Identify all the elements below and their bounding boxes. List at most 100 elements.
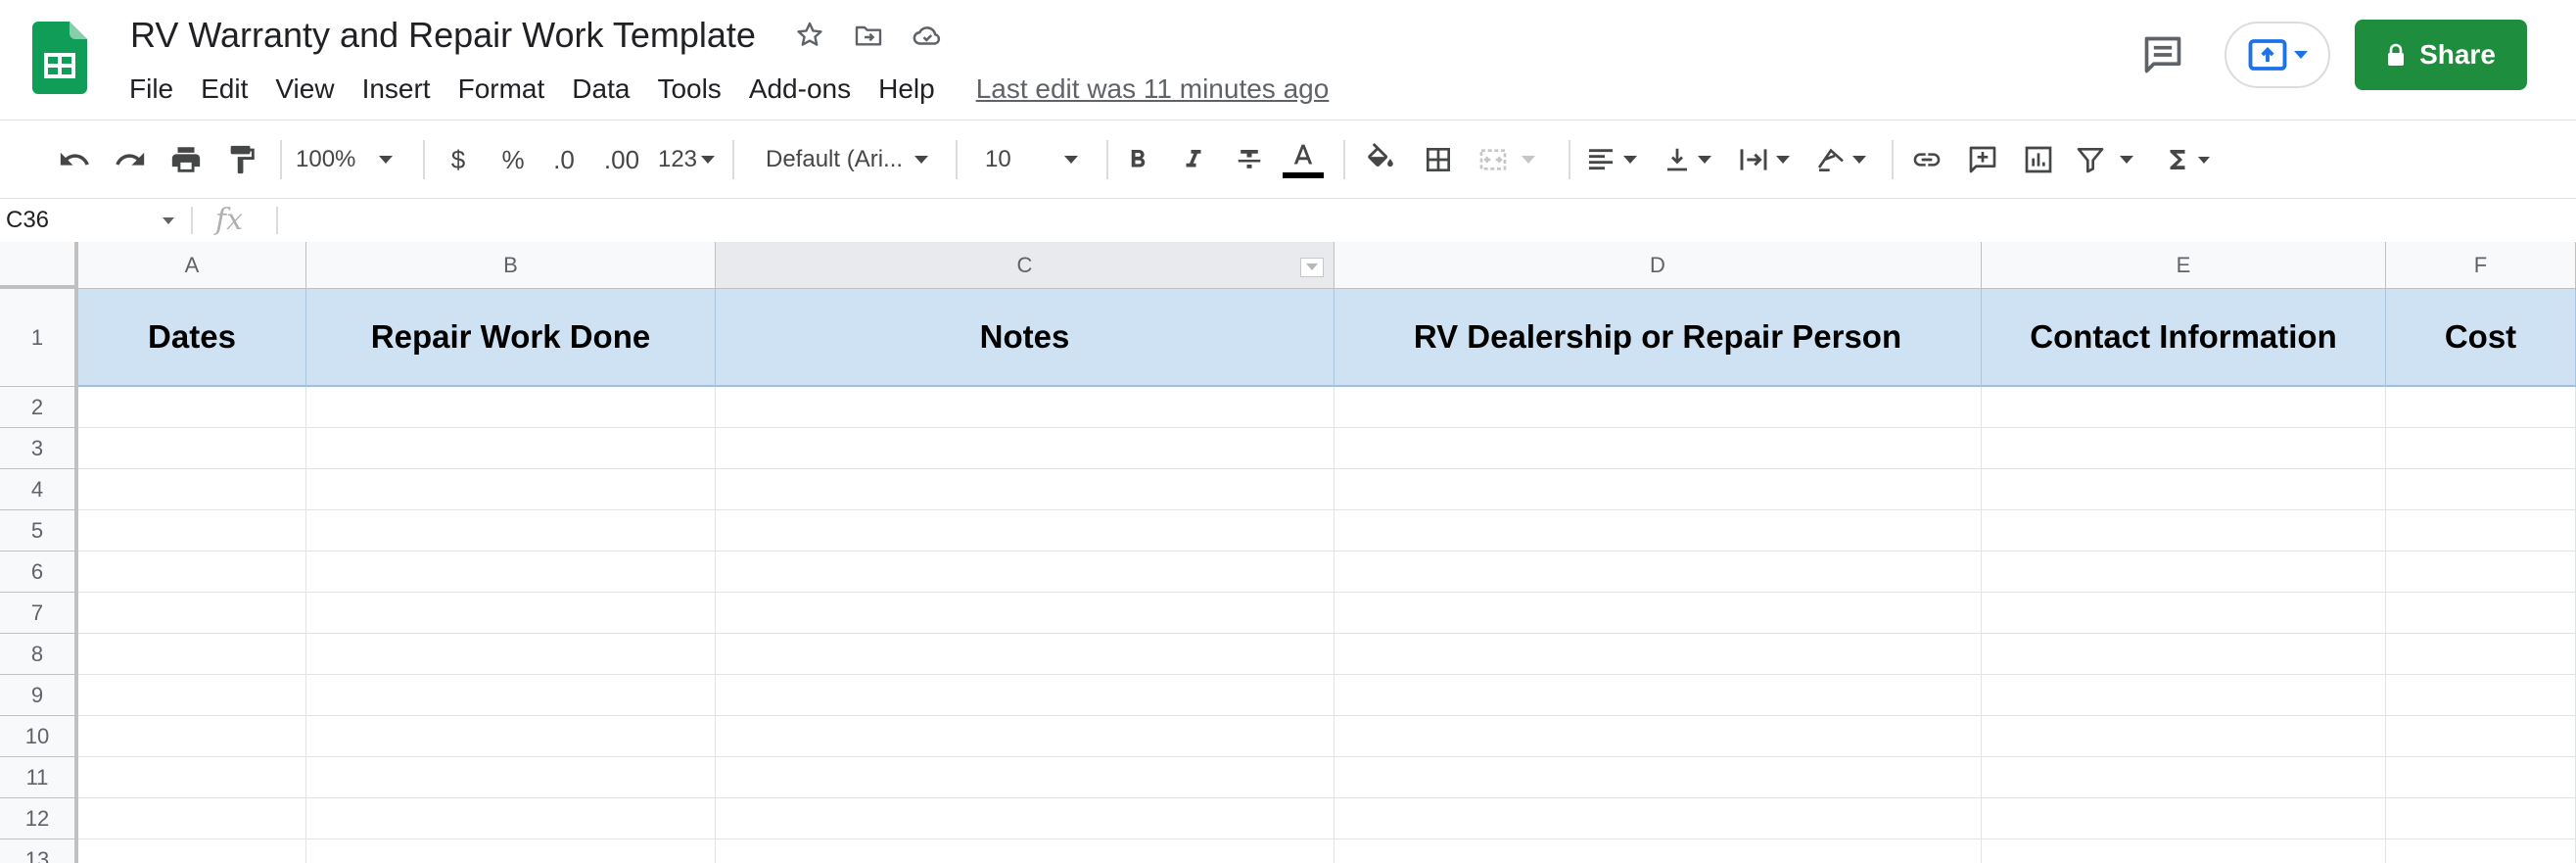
font-size-select[interactable]: 10 [985, 132, 1089, 187]
cell-a5[interactable] [78, 510, 306, 551]
cell-b5[interactable] [306, 510, 716, 551]
menu-format[interactable]: Format [445, 69, 559, 110]
zoom-select[interactable]: 100% [296, 132, 411, 187]
cell-d3[interactable] [1335, 428, 1982, 469]
cell-f6[interactable] [2386, 551, 2576, 593]
cell-d6[interactable] [1335, 551, 1982, 593]
cell-c4[interactable] [716, 469, 1335, 510]
comments-history-icon[interactable] [2135, 27, 2190, 82]
cell-e12[interactable] [1982, 798, 2386, 839]
cell-b6[interactable] [306, 551, 716, 593]
header-cell-dates[interactable]: Dates [78, 289, 306, 387]
vertical-align-icon[interactable] [1663, 132, 1719, 187]
row-header-7[interactable]: 7 [0, 593, 78, 634]
borders-icon[interactable] [1419, 132, 1458, 187]
cell-a2[interactable] [78, 387, 306, 428]
cell-d2[interactable] [1335, 387, 1982, 428]
increase-decimal-button[interactable]: .00 [597, 132, 646, 187]
row-header-1[interactable]: 1 [0, 289, 78, 387]
cloud-saved-icon[interactable] [908, 16, 947, 55]
cell-e4[interactable] [1982, 469, 2386, 510]
menu-data[interactable]: Data [558, 69, 643, 110]
cell-c3[interactable] [716, 428, 1335, 469]
cell-e9[interactable] [1982, 675, 2386, 716]
cell-b7[interactable] [306, 593, 716, 634]
row-header-4[interactable]: 4 [0, 469, 78, 510]
cell-b9[interactable] [306, 675, 716, 716]
text-wrap-icon[interactable] [1737, 132, 1798, 187]
cell-e8[interactable] [1982, 634, 2386, 675]
italic-icon[interactable] [1174, 132, 1213, 187]
decrease-decimal-button[interactable]: .0 [542, 132, 585, 187]
share-button[interactable]: Share [2355, 20, 2527, 90]
row-header-10[interactable]: 10 [0, 716, 78, 757]
filter-icon[interactable] [2075, 132, 2143, 187]
cell-d8[interactable] [1335, 634, 1982, 675]
align-left-icon[interactable] [1584, 132, 1649, 187]
row-header-3[interactable]: 3 [0, 428, 78, 469]
cell-a6[interactable] [78, 551, 306, 593]
link-icon[interactable] [1907, 132, 1946, 187]
cell-b3[interactable] [306, 428, 716, 469]
select-all-corner[interactable] [0, 242, 78, 289]
menu-help[interactable]: Help [865, 69, 949, 110]
cell-f13[interactable] [2386, 839, 2576, 863]
cell-c12[interactable] [716, 798, 1335, 839]
cell-a9[interactable] [78, 675, 306, 716]
cell-e3[interactable] [1982, 428, 2386, 469]
menu-insert[interactable]: Insert [349, 69, 445, 110]
comment-icon[interactable] [1963, 132, 2002, 187]
column-menu-icon[interactable] [1300, 258, 1324, 277]
cell-d9[interactable] [1335, 675, 1982, 716]
formula-input[interactable] [286, 199, 2538, 242]
number-format-select[interactable]: 123 [654, 132, 719, 187]
cell-d13[interactable] [1335, 839, 1982, 863]
cell-f9[interactable] [2386, 675, 2576, 716]
cell-b2[interactable] [306, 387, 716, 428]
cell-a13[interactable] [78, 839, 306, 863]
cell-f11[interactable] [2386, 757, 2576, 798]
chart-icon[interactable] [2019, 132, 2058, 187]
cell-f10[interactable] [2386, 716, 2576, 757]
header-cell-rv-dealership[interactable]: RV Dealership or Repair Person [1335, 289, 1982, 387]
cell-b8[interactable] [306, 634, 716, 675]
menu-add-ons[interactable]: Add-ons [735, 69, 865, 110]
column-header-e[interactable]: E [1982, 242, 2386, 289]
move-to-folder-icon[interactable] [849, 16, 888, 55]
document-title[interactable]: RV Warranty and Repair Work Template [130, 12, 756, 59]
header-cell-cost[interactable]: Cost [2386, 289, 2576, 387]
menu-edit[interactable]: Edit [187, 69, 261, 110]
header-cell-contact-information[interactable]: Contact Information [1982, 289, 2386, 387]
strikethrough-icon[interactable] [1230, 132, 1269, 187]
sheets-logo-icon[interactable] [32, 22, 87, 94]
cell-c9[interactable] [716, 675, 1335, 716]
menu-tools[interactable]: Tools [643, 69, 734, 110]
cell-f2[interactable] [2386, 387, 2576, 428]
cell-f5[interactable] [2386, 510, 2576, 551]
cell-e7[interactable] [1982, 593, 2386, 634]
cell-c2[interactable] [716, 387, 1335, 428]
row-header-13[interactable]: 13 [0, 839, 78, 863]
cell-d7[interactable] [1335, 593, 1982, 634]
row-header-9[interactable]: 9 [0, 675, 78, 716]
row-header-2[interactable]: 2 [0, 387, 78, 428]
column-header-b[interactable]: B [306, 242, 716, 289]
undo-icon[interactable] [55, 132, 94, 187]
present-button[interactable] [2225, 22, 2330, 88]
cell-f4[interactable] [2386, 469, 2576, 510]
cell-a7[interactable] [78, 593, 306, 634]
cell-a12[interactable] [78, 798, 306, 839]
menu-view[interactable]: View [261, 69, 348, 110]
column-header-d[interactable]: D [1335, 242, 1982, 289]
functions-icon[interactable] [2163, 132, 2224, 187]
cell-d4[interactable] [1335, 469, 1982, 510]
cell-c6[interactable] [716, 551, 1335, 593]
cell-f3[interactable] [2386, 428, 2576, 469]
row-header-8[interactable]: 8 [0, 634, 78, 675]
cell-c13[interactable] [716, 839, 1335, 863]
cell-d12[interactable] [1335, 798, 1982, 839]
cell-e2[interactable] [1982, 387, 2386, 428]
cell-b12[interactable] [306, 798, 716, 839]
cell-c11[interactable] [716, 757, 1335, 798]
cell-d10[interactable] [1335, 716, 1982, 757]
